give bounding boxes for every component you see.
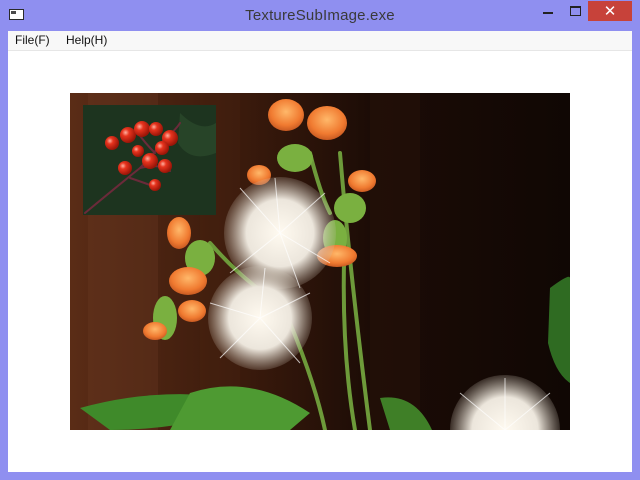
client-area: File(F) Help(H)	[8, 31, 632, 472]
texture-canvas[interactable]	[70, 93, 570, 430]
title-bar[interactable]: TextureSubImage.exe ✕	[0, 0, 640, 31]
menu-bar: File(F) Help(H)	[8, 31, 632, 51]
maximize-icon	[569, 6, 581, 16]
maximize-button[interactable]	[562, 1, 588, 21]
sub-image-patch	[83, 105, 216, 215]
close-button[interactable]: ✕	[588, 1, 632, 21]
minimize-icon	[543, 12, 553, 14]
minimize-button[interactable]	[534, 1, 562, 21]
application-window: TextureSubImage.exe ✕ File(F) Help(H)	[0, 0, 640, 480]
menu-help[interactable]: Help(H)	[66, 33, 107, 47]
menu-file[interactable]: File(F)	[15, 33, 50, 47]
close-icon: ✕	[603, 2, 617, 20]
texture-image	[70, 93, 570, 430]
